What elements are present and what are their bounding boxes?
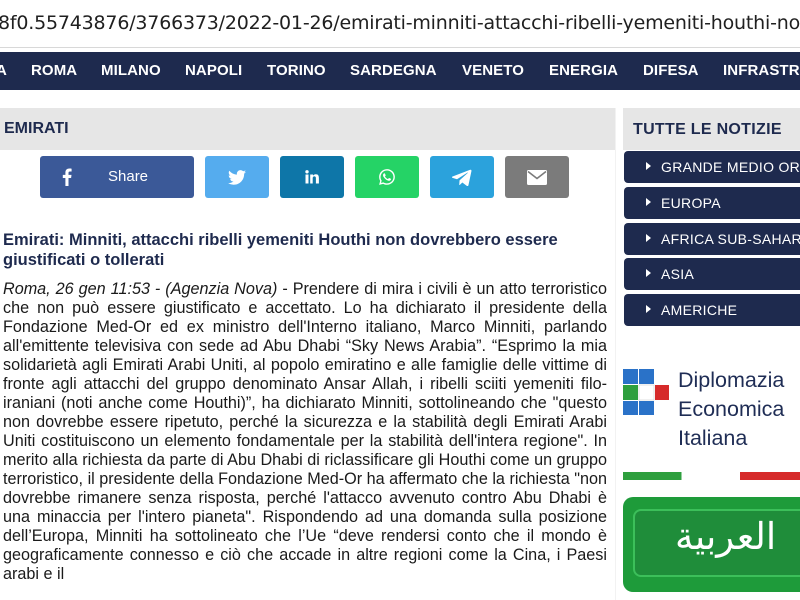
article-body: Roma, 26 gen 11:53 - (Agenzia Nova) - Pr…: [3, 280, 607, 584]
article-text: - Prendere di mira i civili è un atto te…: [3, 280, 607, 583]
address-bar[interactable]: 8f0.55743876/3766373/2022-01-26/emirati-…: [0, 0, 800, 48]
linkedin-icon: [305, 170, 319, 184]
all-news-header[interactable]: TUTTE LE NOTIZIE: [623, 108, 800, 150]
nav-item-roma[interactable]: ROMA: [31, 62, 77, 79]
arabic-banner-text: العربية: [675, 515, 777, 558]
telegram-share-button[interactable]: [430, 156, 494, 198]
article-headline[interactable]: Emirati: Minniti, attacchi ribelli yemen…: [3, 230, 603, 270]
nav-item-infrastrutture[interactable]: INFRASTR: [723, 62, 800, 79]
all-news-title: TUTTE LE NOTIZIE: [633, 121, 782, 138]
category-label: GRANDE MEDIO ORIENTE: [661, 159, 800, 175]
telegram-icon: [452, 168, 472, 186]
category-label: EUROPA: [661, 195, 721, 211]
whatsapp-share-button[interactable]: [355, 156, 419, 198]
diplomazia-line2: Economica: [678, 397, 785, 421]
linkedin-share-button[interactable]: [280, 156, 344, 198]
diplomazia-line1: Diplomazia: [678, 368, 785, 392]
facebook-icon: [62, 168, 72, 186]
nav-item-sardegna[interactable]: SARDEGNA: [350, 62, 437, 79]
caret-right-icon: [646, 234, 651, 242]
article-dateline: Roma, 26 gen 11:53 - (Agenzia Nova): [3, 280, 278, 298]
nav-item-difesa[interactable]: DIFESA: [643, 62, 699, 79]
url-text[interactable]: 8f0.55743876/3766373/2022-01-26/emirati-…: [0, 12, 800, 34]
caret-right-icon: [646, 198, 651, 206]
nav-item-veneto[interactable]: VENETO: [462, 62, 524, 79]
nav-item-torino[interactable]: TORINO: [267, 62, 326, 79]
email-share-button[interactable]: [505, 156, 569, 198]
diplomazia-logo-icon: [623, 369, 669, 415]
nav-item-energia[interactable]: ENERGIA: [549, 62, 618, 79]
facebook-share-label: Share: [108, 168, 149, 185]
main-nav: A ROMA MILANO NAPOLI TORINO SARDEGNA VEN…: [0, 52, 800, 90]
nav-item-milano[interactable]: MILANO: [101, 62, 161, 79]
arabic-edition-banner[interactable]: العربية: [623, 497, 800, 592]
category-asia[interactable]: ASIA: [624, 258, 800, 290]
section-header: EMIRATI: [0, 108, 615, 150]
caret-right-icon: [646, 305, 651, 313]
category-label: ASIA: [661, 266, 695, 282]
nav-item-partial[interactable]: A: [0, 62, 7, 79]
column-divider: [615, 108, 616, 600]
category-label: AFRICA SUB-SAHARIANA: [661, 231, 800, 247]
email-icon: [527, 169, 547, 185]
facebook-share-button[interactable]: Share: [40, 156, 194, 198]
diplomazia-text: Diplomazia Economica Italiana: [678, 366, 784, 453]
diplomazia-economica-banner[interactable]: Diplomazia Economica Italiana: [623, 345, 800, 480]
caret-right-icon: [646, 162, 651, 170]
whatsapp-icon: [378, 168, 396, 186]
caret-right-icon: [646, 269, 651, 277]
twitter-share-button[interactable]: [205, 156, 269, 198]
category-grande-medio-oriente[interactable]: GRANDE MEDIO ORIENTE: [624, 151, 800, 183]
section-title[interactable]: EMIRATI: [4, 120, 69, 138]
category-americhe[interactable]: AMERICHE: [624, 294, 800, 326]
nav-item-napoli[interactable]: NAPOLI: [185, 62, 242, 79]
category-label: AMERICHE: [661, 302, 738, 318]
italian-flag-strip: [623, 472, 800, 480]
category-europa[interactable]: EUROPA: [624, 187, 800, 219]
category-africa-sub-sahariana[interactable]: AFRICA SUB-SAHARIANA: [624, 223, 800, 255]
twitter-icon: [228, 169, 246, 185]
diplomazia-line3: Italiana: [678, 426, 748, 450]
